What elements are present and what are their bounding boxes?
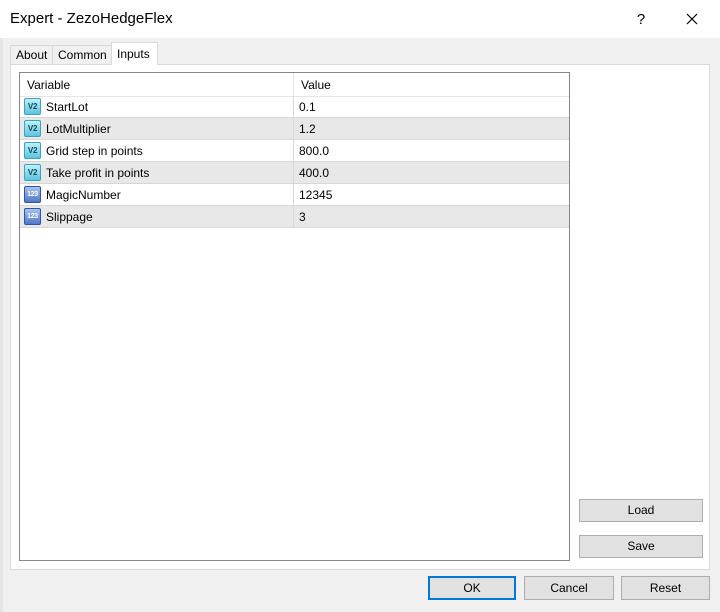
help-icon: ? (636, 10, 646, 28)
cancel-button[interactable]: Cancel (524, 576, 614, 600)
variable-name: Grid step in points (46, 144, 143, 158)
window-left-edge (0, 38, 3, 612)
table-row[interactable]: V2 StartLot 0.1 (20, 96, 569, 118)
integer-type-icon: 123 (24, 186, 41, 203)
title-bar[interactable]: Expert - ZezoHedgeFlex ? (0, 0, 720, 38)
double-type-icon: V2 (24, 164, 41, 181)
tab-about[interactable]: About (10, 45, 53, 64)
value-cell[interactable]: 3 (294, 206, 569, 227)
double-type-icon: V2 (24, 120, 41, 137)
tab-inputs[interactable]: Inputs (111, 42, 158, 65)
reset-button[interactable]: Reset (621, 576, 710, 600)
table-row[interactable]: V2 Grid step in points 800.0 (20, 140, 569, 162)
variable-cell: V2 Grid step in points (20, 140, 294, 161)
table-row[interactable]: 123 MagicNumber 12345 (20, 184, 569, 206)
table-row[interactable]: V2 Take profit in points 400.0 (20, 162, 569, 184)
table-row[interactable]: V2 LotMultiplier 1.2 (20, 118, 569, 140)
variable-cell: 123 Slippage (20, 206, 294, 227)
variable-cell: 123 MagicNumber (20, 184, 294, 205)
value-cell[interactable]: 0.1 (294, 96, 569, 117)
window-title: Expert - ZezoHedgeFlex (10, 10, 173, 27)
help-button[interactable]: ? (625, 6, 657, 32)
variable-cell: V2 StartLot (20, 96, 294, 117)
column-header-value[interactable]: Value (294, 73, 569, 96)
variable-name: Slippage (46, 210, 93, 224)
table-row[interactable]: 123 Slippage 3 (20, 206, 569, 228)
column-header-variable[interactable]: Variable (20, 73, 294, 96)
value-cell[interactable]: 1.2 (294, 118, 569, 139)
value-cell[interactable]: 800.0 (294, 140, 569, 161)
inputs-table[interactable]: Variable Value V2 StartLot 0.1 V2 LotMul… (19, 72, 570, 561)
ok-button[interactable]: OK (428, 576, 516, 600)
variable-name: Take profit in points (46, 166, 150, 180)
variable-cell: V2 LotMultiplier (20, 118, 294, 139)
variable-cell: V2 Take profit in points (20, 162, 294, 183)
table-header: Variable Value (20, 73, 569, 97)
variable-name: LotMultiplier (46, 122, 111, 136)
double-type-icon: V2 (24, 142, 41, 159)
variable-name: StartLot (46, 100, 89, 114)
integer-type-icon: 123 (24, 208, 41, 225)
double-type-icon: V2 (24, 98, 41, 115)
save-button[interactable]: Save (579, 535, 703, 558)
close-icon (686, 13, 698, 25)
close-button[interactable] (676, 6, 708, 32)
value-cell[interactable]: 12345 (294, 184, 569, 205)
load-button[interactable]: Load (579, 499, 703, 522)
tab-common[interactable]: Common (52, 45, 112, 64)
value-cell[interactable]: 400.0 (294, 162, 569, 183)
variable-name: MagicNumber (46, 188, 121, 202)
